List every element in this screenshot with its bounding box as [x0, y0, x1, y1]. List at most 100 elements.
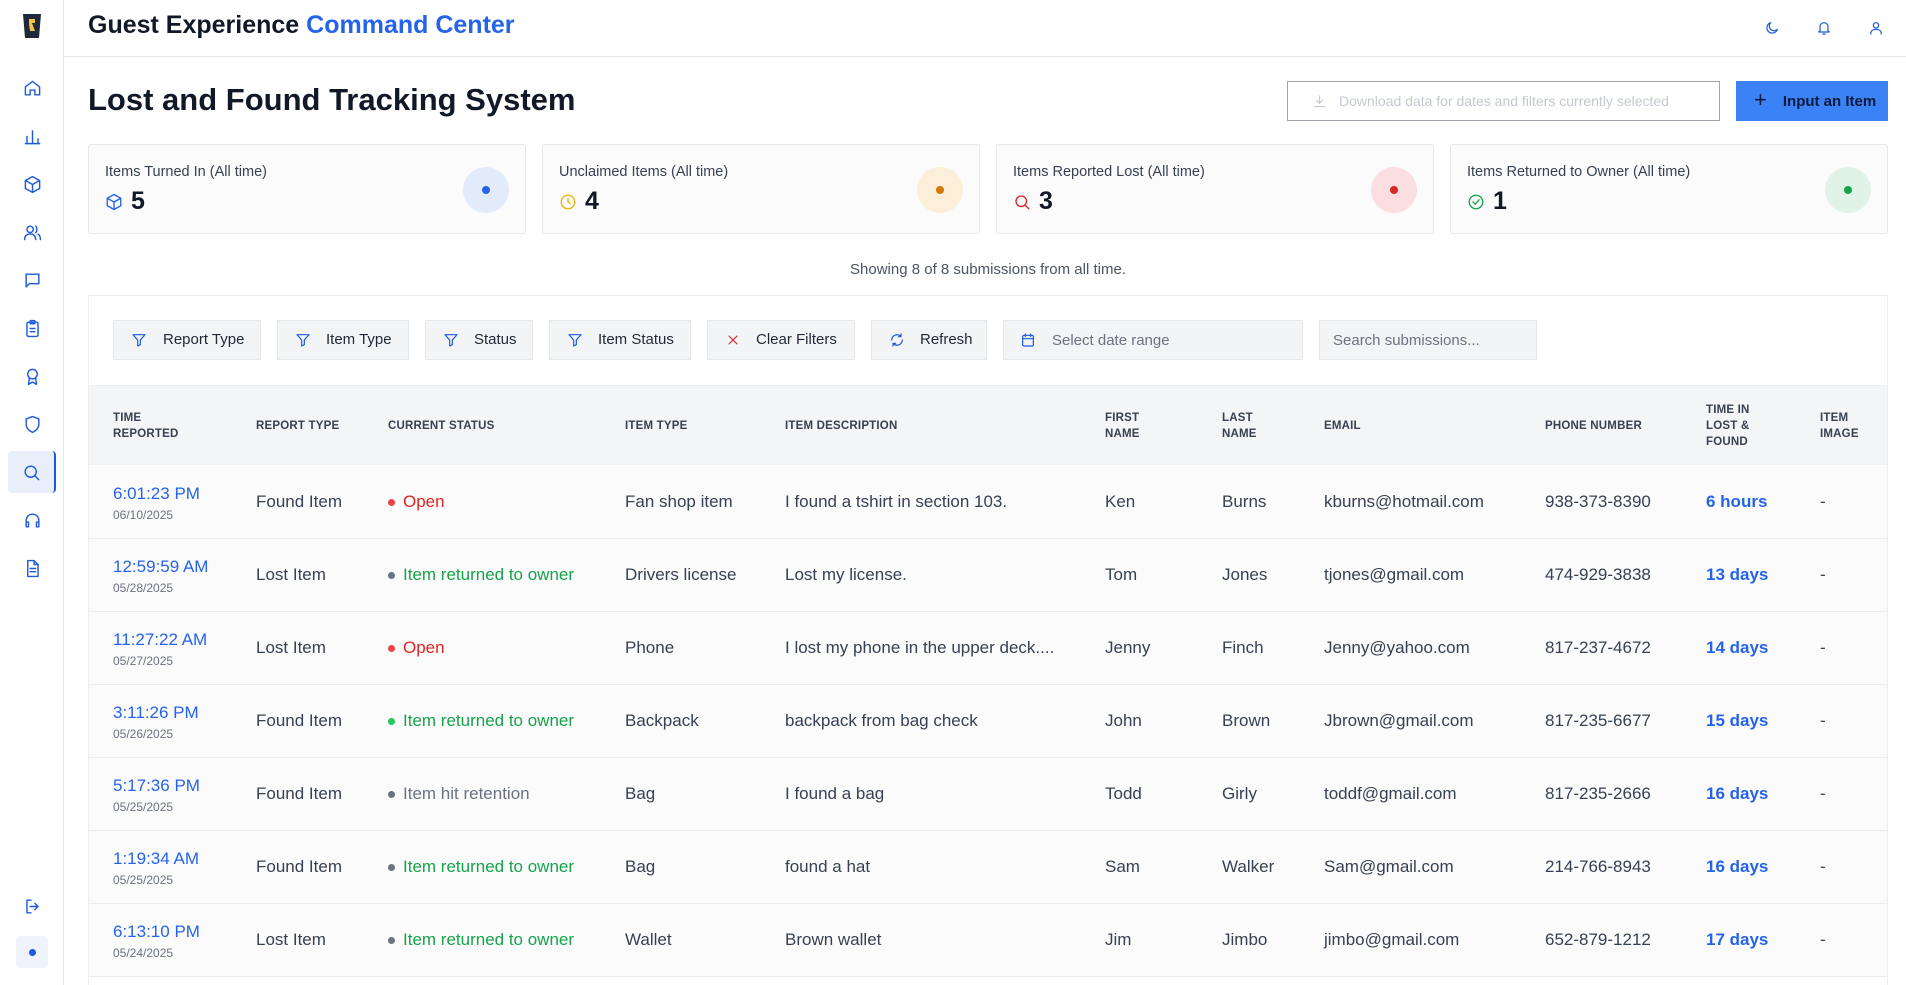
- cell-date: 05/27/2025: [113, 654, 174, 668]
- input-item-button[interactable]: + Input an Item: [1736, 81, 1888, 121]
- column-header-first-name[interactable]: First Name: [1105, 410, 1165, 442]
- cell-time-link[interactable]: 6:13:10 PM: [113, 922, 200, 942]
- sidebar-item-support[interactable]: [8, 499, 56, 541]
- filter-label: Report Type: [163, 331, 245, 348]
- table-row[interactable]: 12:59:59 AM 05/28/2025 Item returned to ow…: [89, 539, 1887, 612]
- cell-email: Jenny@yahoo.com: [1324, 638, 1470, 657]
- bar-chart-icon: [24, 129, 40, 144]
- sidebar-item-analytics[interactable]: [8, 115, 56, 157]
- status-dot: [28, 948, 36, 956]
- date-range-picker[interactable]: Select date range: [1003, 320, 1303, 360]
- table-row[interactable]: 3:11:26 PM 05/26/2025 Item returned to own…: [89, 685, 1887, 758]
- filter-status-button[interactable]: Status: [425, 320, 533, 360]
- cell-last-name: Brown: [1222, 711, 1271, 730]
- sidebar-item-users[interactable]: [8, 211, 56, 253]
- column-header-image[interactable]: Item Image: [1820, 410, 1870, 442]
- filter-label: Item Status: [598, 331, 674, 348]
- cell-time-link[interactable]: 11:27:22 AM: [113, 630, 207, 650]
- status-dot: [388, 644, 395, 652]
- cell-first-name: Jenny: [1105, 638, 1151, 657]
- cell-date: 05/24/2025: [113, 946, 174, 960]
- table-row[interactable]: 6:13:10 PM 05/24/2025 Item returned to own…: [89, 904, 1887, 977]
- bell-icon: [1818, 22, 1830, 35]
- cell-description: found a hat: [785, 857, 871, 876]
- table-row[interactable]: 11:27:22 AM 05/27/2025 Open Lost Item Phone I…: [89, 612, 1887, 685]
- sidebar-item-inventory[interactable]: [8, 163, 56, 205]
- status-indicator-button[interactable]: [16, 936, 48, 968]
- cell-date: 05/26/2025: [113, 727, 174, 741]
- status-badge: Item returned to owner: [388, 711, 574, 731]
- cell-last-name: Jones: [1222, 565, 1268, 584]
- table-row[interactable]: 6:01:23 PM 06/10/2025 Open Found Item Fan sh…: [89, 466, 1887, 539]
- sidebar-item-reports[interactable]: [8, 307, 56, 349]
- app-logo[interactable]: [16, 10, 48, 42]
- download-icon: [1313, 94, 1326, 107]
- filter-item-type-button[interactable]: Item Type: [277, 320, 409, 360]
- cell-first-name: Tom: [1105, 565, 1138, 584]
- cell-description: Brown wallet: [785, 930, 882, 949]
- cell-report-type: Found Item: [256, 784, 342, 803]
- logout-icon: [25, 898, 39, 914]
- status-badge: Item hit retention: [388, 784, 530, 804]
- column-header-time-in[interactable]: Time in Lost & Found: [1706, 402, 1778, 450]
- box-icon: [106, 193, 122, 210]
- status-label: Item hit retention: [403, 784, 530, 803]
- cell-time-link[interactable]: 5:17:36 PM: [113, 776, 200, 796]
- column-header-report-type[interactable]: Report Type: [256, 418, 339, 434]
- notifications-button[interactable]: [1810, 14, 1838, 42]
- stat-card-turned-in: Items Turned In (All time) 5: [88, 144, 526, 234]
- stat-number: 5: [131, 187, 145, 215]
- table-row[interactable]: 5:17:36 PM 05/25/2025 Item hit retention Fo…: [89, 758, 1887, 831]
- cell-first-name: Sam: [1105, 857, 1140, 876]
- sidebar-item-security[interactable]: [8, 403, 56, 445]
- cell-phone: 817-237-4672: [1545, 638, 1651, 657]
- stat-value: 4: [559, 187, 599, 216]
- cell-report-type: Found Item: [256, 711, 342, 730]
- column-header-phone[interactable]: Phone Number: [1545, 418, 1642, 434]
- theme-toggle-button[interactable]: [1758, 14, 1786, 42]
- logout-button[interactable]: [8, 885, 56, 927]
- filter-report-type-button[interactable]: Report Type: [113, 320, 261, 360]
- search-input[interactable]: [1319, 320, 1537, 360]
- cell-image: -: [1820, 857, 1826, 876]
- cell-time-in-lost-found: 6 hours: [1706, 492, 1768, 511]
- cell-time-link[interactable]: 3:11:26 PM: [113, 703, 199, 723]
- status-label: Item returned to owner: [403, 565, 575, 584]
- sidebar-item-documents[interactable]: [8, 547, 56, 589]
- calendar-icon: [1022, 333, 1034, 347]
- filter-icon: [296, 334, 310, 347]
- column-header-time[interactable]: Time Reported: [113, 410, 203, 442]
- cell-item-type: Backpack: [625, 711, 699, 730]
- column-header-status[interactable]: Current Status: [388, 418, 495, 434]
- cell-time-in-lost-found: 16 days: [1706, 784, 1769, 803]
- column-header-item-type[interactable]: Item Type: [625, 418, 688, 434]
- filter-item-status-button[interactable]: Item Status: [549, 320, 691, 360]
- sidebar-item-awards[interactable]: [8, 355, 56, 397]
- sidebar-item-lost-found[interactable]: [8, 451, 56, 493]
- column-header-email[interactable]: Email: [1324, 418, 1361, 434]
- download-data-button[interactable]: Download data for dates and filters curr…: [1287, 81, 1720, 121]
- cell-email: jimbo@gmail.com: [1324, 930, 1460, 949]
- status-badge: Item returned to owner: [388, 857, 574, 877]
- user-menu-button[interactable]: [1862, 14, 1890, 42]
- cell-image: -: [1820, 930, 1826, 949]
- clear-filters-button[interactable]: Clear Filters: [707, 320, 855, 360]
- sidebar-item-home[interactable]: [8, 67, 56, 109]
- stat-indicator: [1825, 167, 1871, 213]
- table-row[interactable]: 1:19:34 AM 05/25/2025 Item returned to own…: [89, 831, 1887, 904]
- date-range-placeholder: Select date range: [1052, 331, 1170, 349]
- home-icon: [24, 80, 40, 96]
- refresh-button[interactable]: Refresh: [871, 320, 987, 360]
- cell-time-link[interactable]: 1:19:34 AM: [113, 849, 199, 869]
- cell-time-link[interactable]: 12:59:59 AM: [113, 557, 208, 577]
- file-text-icon: [26, 559, 39, 577]
- stat-number: 3: [1039, 187, 1053, 215]
- column-header-description[interactable]: Item Description: [785, 418, 897, 434]
- sidebar-item-messages[interactable]: [8, 259, 56, 301]
- cell-time-link[interactable]: 6:01:23 PM: [113, 484, 200, 504]
- column-header-last-name[interactable]: Last Name: [1222, 410, 1282, 442]
- stat-number: 4: [585, 187, 599, 215]
- input-item-label: Input an Item: [1782, 92, 1877, 110]
- cell-date: 05/28/2025: [113, 581, 174, 595]
- clipboard-icon: [25, 319, 39, 337]
